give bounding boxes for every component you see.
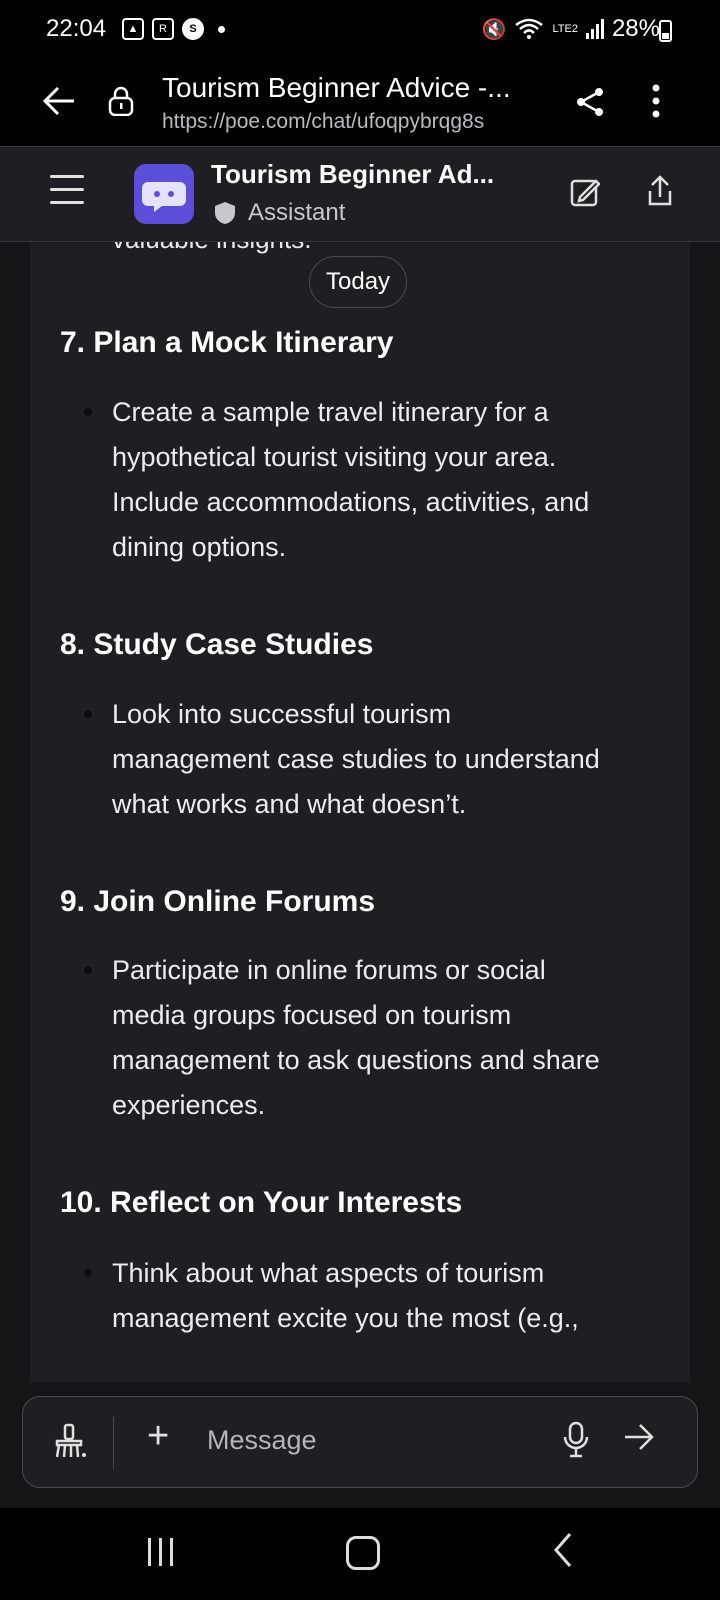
section-text: Participate in online forums or social me… bbox=[112, 955, 600, 1120]
section-text: Look into successful tourism management c… bbox=[112, 699, 600, 819]
section-text: Create a sample travel itinerary for a hy… bbox=[112, 397, 590, 562]
message-input[interactable]: Message bbox=[207, 1425, 317, 1456]
browser-bar: Tourism Beginner Advice -... https://poe… bbox=[0, 58, 720, 147]
network-label: LTE2 bbox=[552, 23, 578, 35]
bullet-icon bbox=[84, 710, 92, 718]
chat-title[interactable]: Tourism Beginner Ad... bbox=[211, 159, 494, 190]
status-right: 🔇 LTE2 28% bbox=[482, 15, 660, 43]
message-text-fragment: valuable insights. bbox=[112, 242, 311, 255]
chat-area[interactable]: valuable insights. Today 7. Plan a Mock … bbox=[0, 242, 720, 1382]
more-notifications-dot-icon bbox=[218, 25, 225, 33]
image-notification-icon: ▲ bbox=[122, 18, 144, 40]
bullet-icon bbox=[84, 408, 92, 416]
home-icon[interactable] bbox=[346, 1536, 380, 1570]
bullet-icon bbox=[84, 1269, 92, 1277]
section-title: 10. Reflect on Your Interests bbox=[60, 1186, 463, 1219]
browser-page-title: Tourism Beginner Advice -... bbox=[162, 72, 511, 103]
chat-header: Tourism Beginner Ad... Assistant bbox=[0, 147, 720, 242]
section-title: 7. Plan a Mock Itinerary bbox=[60, 326, 394, 359]
signal-icon bbox=[585, 19, 604, 39]
battery-percent: 28% bbox=[611, 15, 660, 42]
status-time: 22:04 bbox=[46, 15, 107, 42]
section-title: 8. Study Case Studies bbox=[60, 628, 374, 661]
s-app-notification-icon: S bbox=[182, 18, 204, 40]
subtitle-label: Assistant bbox=[248, 199, 346, 226]
clear-context-icon[interactable] bbox=[53, 1423, 87, 1464]
section-title: 9. Join Online Forums bbox=[60, 885, 376, 918]
plus-icon[interactable]: + bbox=[147, 1415, 169, 1458]
system-nav-bar bbox=[0, 1508, 720, 1600]
back-icon[interactable] bbox=[42, 86, 76, 125]
wifi-icon bbox=[515, 18, 544, 39]
message-composer: + Message bbox=[22, 1396, 698, 1488]
upload-icon[interactable] bbox=[647, 175, 673, 212]
more-vertical-icon[interactable] bbox=[652, 84, 660, 123]
battery-icon bbox=[659, 20, 672, 42]
hamburger-icon[interactable] bbox=[50, 175, 84, 214]
date-separator: Today bbox=[309, 256, 408, 308]
shield-icon bbox=[215, 202, 235, 224]
send-arrow-icon[interactable] bbox=[623, 1421, 655, 1458]
app-notification-icon: R bbox=[152, 18, 174, 40]
composer-divider bbox=[113, 1417, 114, 1469]
section-text: Think about what aspects of tourism manag… bbox=[112, 1258, 579, 1333]
browser-url[interactable]: https://poe.com/chat/ufoqpybrqg8s bbox=[162, 110, 484, 134]
bullet-icon bbox=[84, 966, 92, 974]
lock-icon[interactable] bbox=[108, 86, 134, 117]
mute-icon: 🔇 bbox=[481, 18, 507, 41]
status-bar: 22:04 ▲ R S 🔇 LTE2 28% bbox=[0, 0, 720, 58]
notification-icons: ▲ R S bbox=[122, 18, 225, 40]
edit-icon[interactable] bbox=[570, 177, 601, 212]
bot-avatar-icon[interactable] bbox=[134, 164, 194, 224]
chat-subtitle: Assistant bbox=[214, 199, 345, 227]
share-icon[interactable] bbox=[574, 86, 606, 123]
mic-icon[interactable] bbox=[563, 1421, 589, 1464]
nav-back-icon[interactable] bbox=[552, 1532, 574, 1573]
recent-apps-icon[interactable] bbox=[148, 1538, 173, 1566]
